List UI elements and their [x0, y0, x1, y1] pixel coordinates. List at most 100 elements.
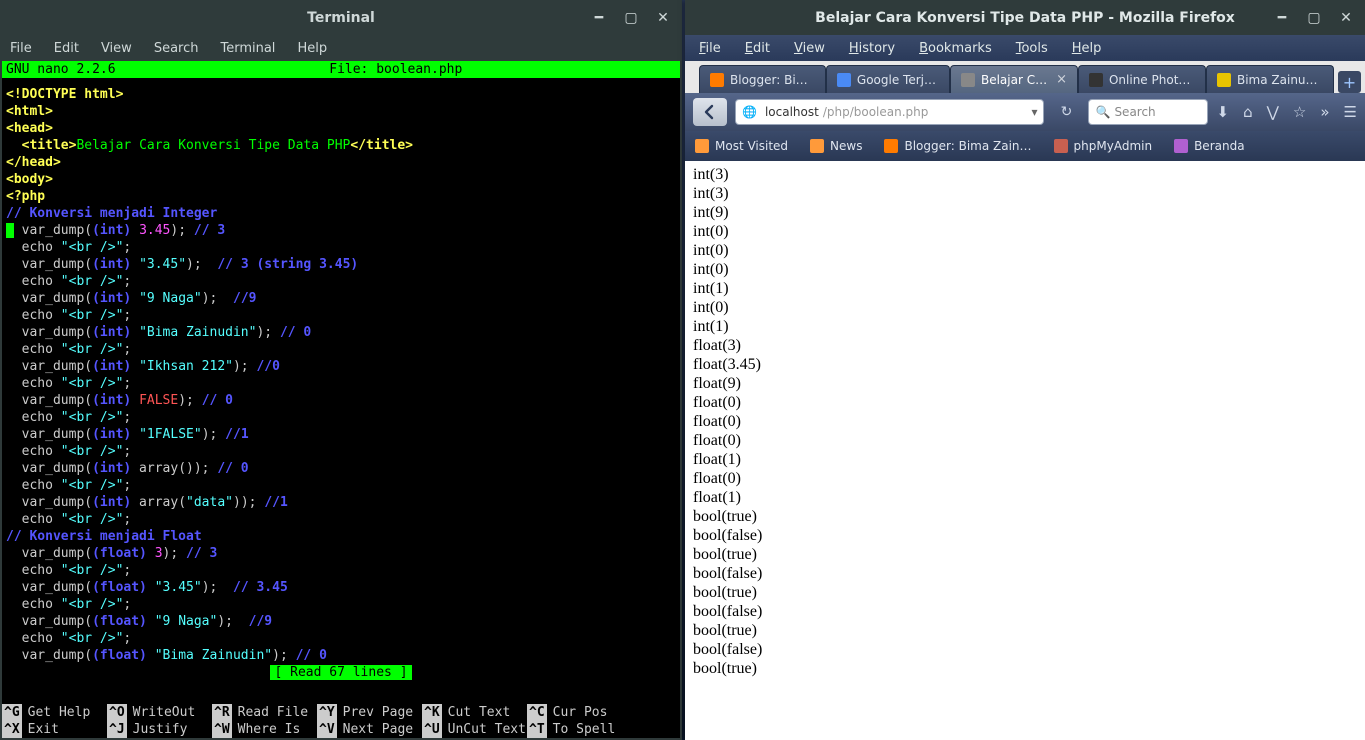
firefox-toolbar: 🌐 localhost/php/boolean.php ▾ ↻ 🔍 Search…: [685, 93, 1365, 131]
tab-label: Online Photo Edi…: [1109, 73, 1195, 87]
output-line: bool(true): [693, 507, 1357, 526]
terminal-menu-terminal[interactable]: Terminal: [220, 41, 275, 56]
firefox-menu-edit[interactable]: Edit: [745, 41, 770, 56]
bookmark-item[interactable]: Most Visited: [695, 139, 788, 153]
firefox-menu-view[interactable]: View: [794, 41, 825, 56]
bookmarks-toolbar: Most Visited News Blogger: Bima Zain… phpMy…: [685, 131, 1365, 161]
output-line: bool(true): [693, 621, 1357, 640]
close-button[interactable]: ✕: [656, 11, 670, 25]
terminal-title: Terminal: [307, 10, 375, 26]
favicon-icon: [961, 73, 975, 87]
tab[interactable]: Google Terje…: [826, 65, 950, 93]
firefox-tabstrip: Blogger: Bim…Google Terje…Belajar Cara ……: [685, 61, 1365, 93]
firefox-menu-tools[interactable]: Tools: [1016, 41, 1048, 56]
firefox-menu-bookmarks[interactable]: Bookmarks: [919, 41, 992, 56]
url-path: /php/boolean.php: [823, 105, 929, 119]
minimize-button[interactable]: ━: [592, 11, 606, 25]
reload-button[interactable]: ↻: [1052, 99, 1080, 125]
output-line: float(1): [693, 488, 1357, 507]
home-icon[interactable]: ⌂: [1243, 103, 1253, 121]
overflow-icon[interactable]: »: [1320, 103, 1329, 121]
search-bar[interactable]: 🔍 Search: [1088, 99, 1208, 125]
output-line: float(0): [693, 412, 1357, 431]
output-line: bool(false): [693, 640, 1357, 659]
maximize-button[interactable]: ▢: [1307, 11, 1321, 25]
tab-label: Blogger: Bim…: [730, 73, 815, 87]
nano-shortcut-get-help: ^GGet Help: [2, 704, 107, 721]
terminal-menu-view[interactable]: View: [101, 41, 132, 56]
bookmark-favicon-icon: [695, 139, 709, 153]
output-line: bool(false): [693, 602, 1357, 621]
nano-shortcut-to-spell: ^TTo Spell: [527, 721, 632, 738]
favicon-icon: [1089, 73, 1103, 87]
bookmark-item[interactable]: Blogger: Bima Zain…: [884, 139, 1031, 153]
terminal-menu-file[interactable]: File: [10, 41, 32, 56]
url-dropdown-icon[interactable]: ▾: [1025, 105, 1043, 119]
search-icon: 🔍: [1095, 105, 1110, 119]
output-line: float(0): [693, 469, 1357, 488]
firefox-titlebar[interactable]: Belajar Cara Konversi Tipe Data PHP - Mo…: [685, 0, 1365, 35]
output-line: int(0): [693, 222, 1357, 241]
firefox-menu-help[interactable]: Help: [1072, 41, 1102, 56]
nano-shortcut-where-is: ^WWhere Is: [212, 721, 317, 738]
output-line: bool(true): [693, 659, 1357, 678]
page-content[interactable]: int(3)int(3)int(9)int(0)int(0)int(0)int(…: [685, 161, 1365, 740]
tab-close-icon[interactable]: ×: [1056, 72, 1067, 87]
output-line: float(9): [693, 374, 1357, 393]
nano-header: GNU nano 2.2.6 File: boolean.php: [2, 61, 680, 78]
output-line: int(3): [693, 184, 1357, 203]
output-line: float(1): [693, 450, 1357, 469]
firefox-menu-history[interactable]: History: [849, 41, 895, 56]
bookmark-label: News: [830, 139, 862, 153]
terminal-menu-edit[interactable]: Edit: [54, 41, 79, 56]
bookmark-label: Most Visited: [715, 139, 788, 153]
close-button[interactable]: ✕: [1339, 11, 1353, 25]
nano-shortcut-prev-page: ^YPrev Page: [317, 704, 422, 721]
nano-code-area[interactable]: <!DOCTYPE html><html><head> <title>Belaj…: [2, 84, 680, 664]
back-button[interactable]: [693, 98, 727, 126]
bookmark-item[interactable]: phpMyAdmin: [1054, 139, 1153, 153]
minimize-button[interactable]: ━: [1275, 11, 1289, 25]
bookmark-favicon-icon: [810, 139, 824, 153]
nano-shortcut-uncut-text: ^UUnCut Text: [422, 721, 527, 738]
pocket-icon[interactable]: ⋁: [1267, 103, 1279, 121]
bookmark-item[interactable]: News: [810, 139, 862, 153]
tab[interactable]: Online Photo Edi…: [1078, 65, 1206, 93]
url-bar[interactable]: 🌐 localhost/php/boolean.php ▾: [735, 99, 1044, 125]
bookmark-item[interactable]: Beranda: [1174, 139, 1244, 153]
terminal-titlebar[interactable]: Terminal ━ ▢ ✕: [0, 0, 682, 35]
firefox-menu-file[interactable]: File: [699, 41, 721, 56]
downloads-icon[interactable]: ⬇: [1216, 103, 1229, 121]
tab[interactable]: Blogger: Bim…: [699, 65, 826, 93]
terminal-body[interactable]: GNU nano 2.2.6 File: boolean.php <!DOCTY…: [2, 61, 680, 738]
output-line: bool(false): [693, 526, 1357, 545]
search-placeholder: Search: [1114, 105, 1155, 119]
output-line: bool(true): [693, 583, 1357, 602]
nano-shortcut-read-file: ^RRead File: [212, 704, 317, 721]
tab[interactable]: Bima Zainudi…: [1206, 65, 1334, 93]
globe-icon: 🌐: [736, 105, 757, 119]
new-tab-button[interactable]: +: [1338, 71, 1361, 93]
firefox-window: Belajar Cara Konversi Tipe Data PHP - Mo…: [685, 0, 1365, 740]
bookmark-favicon-icon: [884, 139, 898, 153]
output-line: int(0): [693, 260, 1357, 279]
output-line: int(0): [693, 241, 1357, 260]
terminal-menu-help[interactable]: Help: [297, 41, 327, 56]
bookmark-label: Beranda: [1194, 139, 1244, 153]
nano-shortcut-exit: ^XExit: [2, 721, 107, 738]
output-line: bool(true): [693, 545, 1357, 564]
bookmark-favicon-icon: [1054, 139, 1068, 153]
maximize-button[interactable]: ▢: [624, 11, 638, 25]
terminal-menubar: File Edit View Search Terminal Help: [0, 35, 682, 61]
output-line: float(0): [693, 431, 1357, 450]
nano-shortcut-cur-pos: ^CCur Pos: [527, 704, 632, 721]
firefox-menubar: File Edit View History Bookmarks Tools Help: [685, 35, 1365, 61]
bookmark-label: phpMyAdmin: [1074, 139, 1153, 153]
terminal-menu-search[interactable]: Search: [154, 41, 199, 56]
nano-file-label: File: boolean.php: [116, 61, 676, 78]
output-line: float(0): [693, 393, 1357, 412]
tab-label: Belajar Cara …: [981, 73, 1050, 87]
hamburger-menu-icon[interactable]: ☰: [1344, 103, 1357, 121]
bookmark-star-icon[interactable]: ☆: [1293, 103, 1306, 121]
tab[interactable]: Belajar Cara … ×: [950, 65, 1078, 93]
